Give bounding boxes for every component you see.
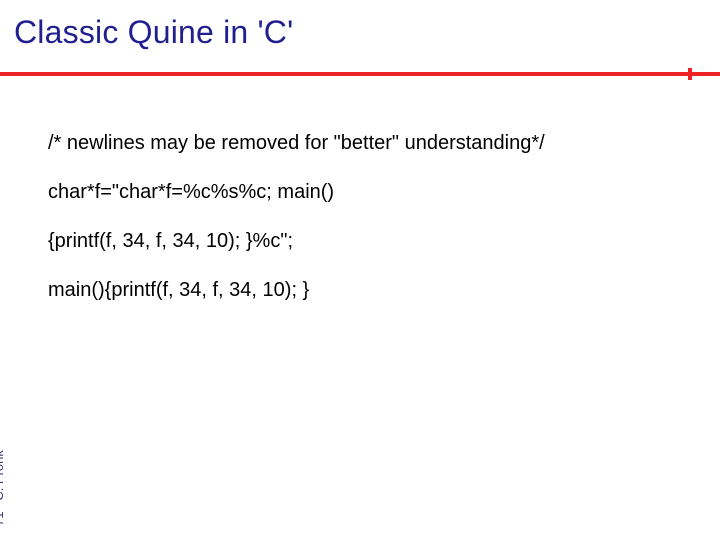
code-line: char*f="char*f=%c%s%c; main(): [48, 181, 690, 204]
divider: [0, 72, 720, 76]
rule-tick-icon: [688, 68, 692, 80]
slide-title: Classic Quine in 'C': [14, 14, 293, 51]
code-line: /* newlines may be removed for "better" …: [48, 132, 690, 155]
page-number: 71: [0, 512, 6, 526]
slide-body: /* newlines may be removed for "better" …: [48, 132, 690, 328]
author-name: C. Pronk: [0, 450, 6, 501]
slide: Classic Quine in 'C' /* newlines may be …: [0, 0, 720, 540]
code-line: {printf(f, 34, f, 34, 10); }%c";: [48, 230, 690, 253]
horizontal-rule: [0, 72, 720, 76]
code-line: main(){printf(f, 34, f, 34, 10); }: [48, 279, 690, 302]
footer-label: 71 C. Pronk: [0, 450, 6, 526]
